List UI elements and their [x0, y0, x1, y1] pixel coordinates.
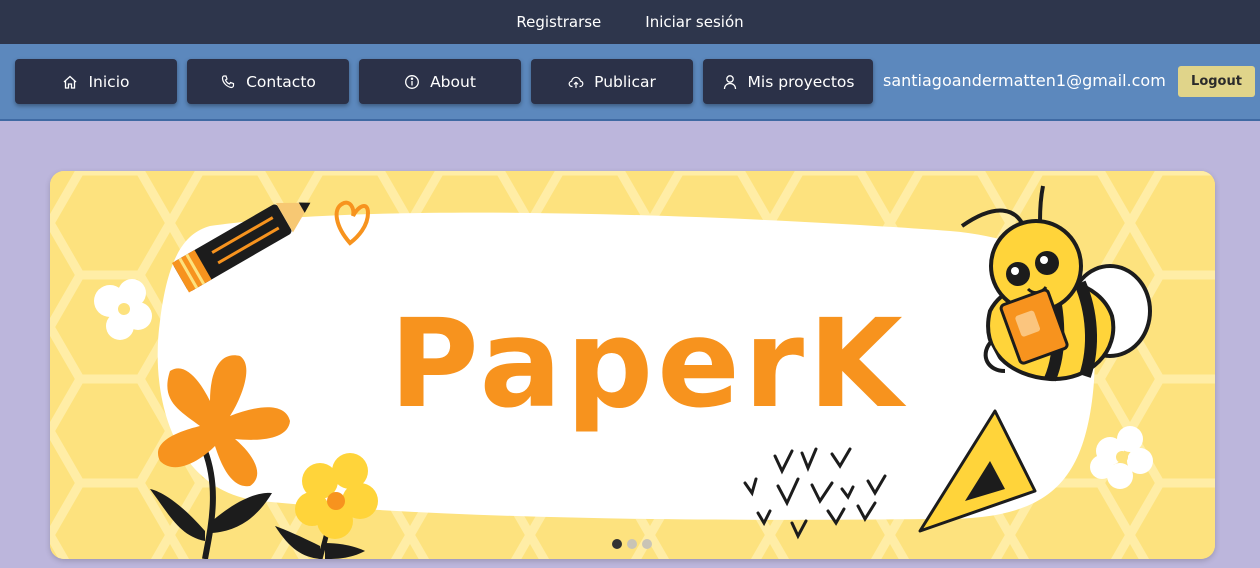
carousel-dot-3[interactable] — [642, 539, 652, 549]
nav-label-publicar: Publicar — [594, 72, 656, 91]
login-link[interactable]: Iniciar sesión — [645, 13, 743, 31]
main-navbar: Inicio Contacto About Publicar Mis proye… — [0, 44, 1260, 121]
carousel-dot-2[interactable] — [627, 539, 637, 549]
phone-icon — [221, 74, 235, 88]
carousel-indicators — [612, 539, 652, 549]
top-bar: Registrarse Iniciar sesión — [0, 0, 1260, 44]
register-link[interactable]: Registrarse — [516, 13, 601, 31]
nav-button-mis-proyectos[interactable]: Mis proyectos — [703, 59, 873, 104]
info-icon — [405, 74, 420, 89]
banner-carousel: PaperK — [50, 171, 1215, 559]
nav-label-about: About — [430, 72, 476, 91]
banner-illustration: PaperK — [50, 171, 1215, 559]
nav-button-publicar[interactable]: Publicar — [531, 59, 693, 104]
home-icon — [64, 75, 77, 89]
nav-label-contacto: Contacto — [246, 72, 316, 91]
nav-button-inicio[interactable]: Inicio — [15, 59, 177, 104]
nav-label-inicio: Inicio — [88, 72, 130, 91]
nav-button-contacto[interactable]: Contacto — [187, 59, 349, 104]
cloud-upload-icon — [568, 76, 584, 88]
user-email: santiagoandermatten1@gmail.com — [883, 71, 1166, 90]
nav-label-mis-proyectos: Mis proyectos — [747, 72, 855, 91]
user-icon — [723, 74, 736, 89]
banner-title: PaperK — [389, 293, 907, 435]
logout-button[interactable]: Logout — [1178, 66, 1255, 97]
nav-button-about[interactable]: About — [359, 59, 521, 104]
carousel-dot-1[interactable] — [612, 539, 622, 549]
